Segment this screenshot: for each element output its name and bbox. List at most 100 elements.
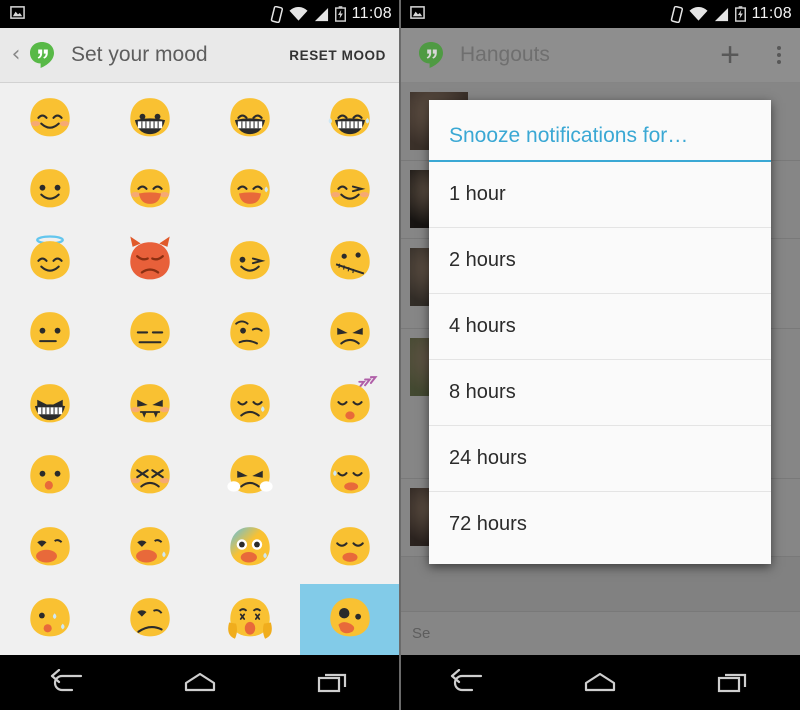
page-title: Set your mood (71, 43, 208, 66)
snooze-notifications-dialog: Snooze notifications for… 1 hour 2 hours 4… (429, 100, 771, 564)
mood-emoji-blob-distraught-closed-eyes[interactable] (300, 512, 400, 584)
mood-emoji-grid[interactable] (0, 83, 400, 655)
blob-teary-eye-sweat-icon (30, 598, 70, 637)
mood-emoji-blob-grimace-clenched-teeth[interactable] (0, 369, 100, 441)
recents-nav-button[interactable] (316, 669, 350, 697)
mood-emoji-blob-scream-hands-on-face[interactable] (200, 584, 300, 656)
mood-emoji-blob-weary-sweat[interactable] (300, 441, 400, 513)
blob-sobbing-hands-icon (227, 455, 273, 494)
mood-emoji-blob-dizzy-tongue[interactable] (300, 583, 400, 655)
mood-emoji-blob-angry-frown[interactable] (300, 298, 400, 370)
snooze-option-2-hours[interactable]: 2 hours (429, 228, 771, 294)
mood-emoji-blob-slight-smile[interactable] (0, 155, 100, 227)
mood-emoji-blob-fearful-blue-head[interactable] (200, 512, 300, 584)
blob-smiling-blush-icon (30, 97, 70, 137)
vibrate-icon (670, 5, 683, 23)
mood-emoji-blob-frowning-worried[interactable] (100, 584, 200, 656)
mood-emoji-blob-devil-horns[interactable] (100, 226, 200, 298)
blob-crying-loud-tear-icon (130, 526, 170, 566)
blob-angry-fangs-icon (130, 383, 170, 423)
mood-emoji-blob-anguished-open-mouth[interactable] (0, 512, 100, 584)
back-nav-button[interactable] (50, 668, 84, 697)
blob-grinning-teeth-icon (130, 97, 170, 137)
mood-emoji-blob-angry-fangs[interactable] (100, 369, 200, 441)
blob-dizzy-tongue-icon (330, 598, 370, 637)
blob-wink-blush-icon (330, 169, 370, 208)
mood-emoji-blob-halo-angel[interactable] (0, 226, 100, 298)
mood-emoji-blob-expressionless[interactable] (100, 298, 200, 370)
hangouts-logo-icon (416, 40, 446, 70)
blob-weary-sweat-icon (330, 455, 370, 494)
mood-emoji-blob-grinning-teeth[interactable] (100, 83, 200, 155)
mood-emoji-blob-wink-blush[interactable] (300, 155, 400, 227)
blob-grinning-tears-of-joy-icon (328, 97, 370, 137)
snooze-option-1-hour[interactable]: 1 hour (429, 162, 771, 228)
mood-emoji-blob-sleeping-zzz[interactable] (300, 369, 400, 441)
mood-action-bar-actions: RESET MOOD (275, 48, 400, 63)
overflow-menu-icon[interactable] (758, 46, 800, 64)
status-bar-system-icons: 11:08 (270, 3, 392, 25)
mood-emoji-blob-beaming-smiling-eyes[interactable] (200, 83, 300, 155)
screenshot-image-icon (10, 6, 25, 19)
blob-open-mouth-sweat-icon (230, 169, 270, 208)
dialog-title: Snooze notifications for… (449, 124, 689, 147)
blob-smirk-wink-icon (230, 240, 270, 280)
blob-anguished-open-mouth-icon (30, 526, 70, 566)
dual-screenshot-composite: 11:08 ‹ Set your mood RESET MOOD 11:08 H… (0, 0, 800, 710)
back-chevron-icon[interactable]: ‹ (7, 44, 25, 66)
blob-devil-horns-icon (130, 236, 170, 280)
mood-emoji-blob-crying-loud-tear[interactable] (100, 512, 200, 584)
mood-emoji-blob-smirk-wink[interactable] (200, 226, 300, 298)
blob-neutral-face-icon (30, 312, 70, 351)
blob-distraught-closed-eyes-icon (330, 526, 370, 566)
mood-action-bar: ‹ Set your mood RESET MOOD (0, 28, 400, 83)
blob-angry-frown-icon (330, 312, 370, 351)
wifi-icon (689, 6, 708, 21)
mood-emoji-blob-sad-tear[interactable] (200, 369, 300, 441)
blob-expressionless-icon (130, 312, 170, 351)
left-phone-screen: 11:08 ‹ Set your mood RESET MOOD (0, 0, 400, 710)
blob-open-mouth-smile-icon (130, 169, 170, 208)
mood-emoji-blob-open-mouth-sweat[interactable] (200, 155, 300, 227)
snooze-option-72-hours[interactable]: 72 hours (429, 492, 771, 564)
cellular-signal-icon (314, 7, 328, 21)
blob-persevere-frown-icon (130, 455, 170, 494)
blob-beaming-smiling-eyes-icon (230, 97, 270, 137)
conversation-list[interactable]: vvTuOnboMknonpeofanTu Se Snooze notifica… (400, 83, 800, 655)
mood-emoji-blob-smiling-blush[interactable] (0, 83, 100, 155)
back-nav-button[interactable] (450, 668, 484, 697)
hangouts-logo-icon (27, 40, 57, 70)
mood-emoji-blob-zipper-mouth[interactable] (300, 226, 400, 298)
home-nav-button[interactable] (183, 669, 217, 697)
mood-emoji-blob-neutral-face[interactable] (0, 298, 100, 370)
home-nav-button[interactable] (583, 669, 617, 697)
snooze-option-24-hours[interactable]: 24 hours (429, 426, 771, 492)
mood-emoji-blob-teary-eye-sweat[interactable] (0, 584, 100, 656)
snooze-option-4-hours[interactable]: 4 hours (429, 294, 771, 360)
blob-sad-tear-icon (230, 383, 270, 423)
mood-emoji-blob-grinning-tears-of-joy[interactable] (300, 83, 400, 155)
status-bar-left: 11:08 (0, 0, 400, 28)
mood-emoji-blob-surprised-oh[interactable] (0, 441, 100, 513)
mood-emoji-blob-sobbing-hands[interactable] (200, 441, 300, 513)
mood-emoji-blob-open-mouth-smile[interactable] (100, 155, 200, 227)
mood-emoji-blob-confused-raised-brow[interactable] (200, 298, 300, 370)
blob-surprised-oh-icon (30, 455, 70, 494)
screenshot-image-icon (410, 6, 425, 19)
mood-emoji-blob-persevere-frown[interactable] (100, 441, 200, 513)
recents-nav-button[interactable] (716, 669, 750, 697)
blob-halo-angel-icon (30, 235, 70, 280)
snooze-option-8-hours[interactable]: 8 hours (429, 360, 771, 426)
status-bar-clock: 11:08 (751, 5, 792, 22)
nav-bar-left (0, 655, 400, 710)
blob-grimace-clenched-teeth-icon (30, 383, 70, 423)
right-phone-screen: 11:08 Hangouts + vvTuOnboMknonpeofanTu S… (400, 0, 800, 710)
reset-mood-button[interactable]: RESET MOOD (275, 48, 400, 63)
blob-slight-smile-icon (30, 169, 70, 208)
status-bar-clock: 11:08 (351, 5, 392, 22)
status-bar-notification-icons (10, 5, 25, 20)
new-hangout-button[interactable]: + (702, 38, 758, 72)
vibrate-icon (270, 5, 283, 23)
nav-bar-right (400, 655, 800, 710)
hangouts-action-bar-actions: + (702, 38, 800, 72)
